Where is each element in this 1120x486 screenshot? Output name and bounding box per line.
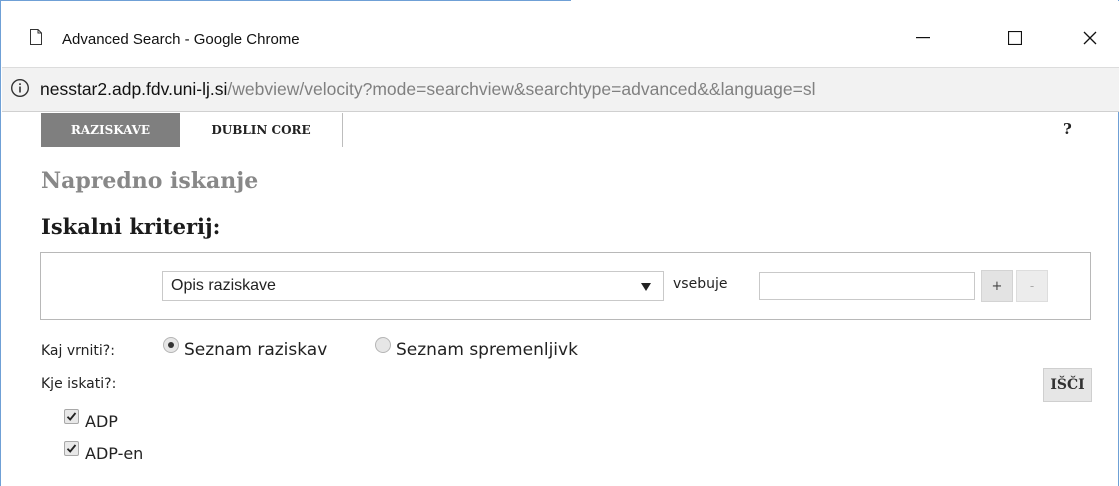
browser-window: Advanced Search - Google Chrome nesstar2… [0, 0, 1119, 486]
minimize-icon [916, 37, 930, 39]
minimize-button[interactable] [900, 21, 946, 55]
search-location-label: Kje iskati?: [41, 376, 117, 392]
checkbox-adp-en-label[interactable]: ADP-en [85, 444, 143, 463]
dropdown-arrow-icon [641, 283, 651, 291]
add-criterion-button[interactable]: + [981, 270, 1013, 302]
checkmark-icon [66, 444, 77, 453]
criteria-heading: Iskalni kriterij: [41, 214, 221, 239]
checkmark-icon [66, 412, 77, 421]
return-type-label: Kaj vrniti?: [41, 343, 115, 359]
tab-dublin-core[interactable]: DUBLIN CORE [180, 113, 343, 147]
address-bar[interactable]: nesstar2.adp.fdv.uni-lj.si/webview/veloc… [2, 67, 1119, 112]
page-icon [30, 29, 42, 45]
query-input[interactable] [759, 272, 975, 300]
radio-studies-label[interactable]: Seznam raziskav [184, 340, 327, 360]
criteria-row: Opis raziskave vsebuje + - [40, 252, 1091, 320]
radio-studies[interactable] [163, 337, 179, 353]
window-title: Advanced Search - Google Chrome [62, 31, 300, 48]
tab-raziskave[interactable]: RAZISKAVE [41, 113, 180, 147]
checkbox-adp-en[interactable] [64, 441, 79, 456]
maximize-button[interactable] [992, 21, 1038, 55]
url-text[interactable]: nesstar2.adp.fdv.uni-lj.si/webview/veloc… [40, 79, 815, 100]
title-bar[interactable]: Advanced Search - Google Chrome [2, 1, 1119, 67]
checkbox-adp-label[interactable]: ADP [85, 412, 118, 431]
url-host: nesstar2.adp.fdv.uni-lj.si [40, 79, 228, 99]
close-icon [1083, 31, 1097, 45]
search-button[interactable]: IŠČI [1043, 368, 1092, 402]
info-icon[interactable] [10, 78, 30, 98]
radio-variables[interactable] [375, 337, 391, 353]
radio-variables-label[interactable]: Seznam spremenljivk [396, 340, 578, 360]
operator-label: vsebuje [673, 276, 728, 292]
page-title: Napredno iskanje [41, 168, 259, 194]
close-button[interactable] [1067, 21, 1113, 55]
maximize-icon [1008, 31, 1022, 45]
field-select-value: Opis raziskave [171, 277, 276, 294]
url-path: /webview/velocity?mode=searchview&search… [227, 79, 816, 99]
field-select[interactable]: Opis raziskave [162, 271, 664, 301]
help-button[interactable]: ? [1063, 120, 1072, 138]
checkbox-adp[interactable] [64, 409, 79, 424]
remove-criterion-button[interactable]: - [1016, 270, 1048, 302]
